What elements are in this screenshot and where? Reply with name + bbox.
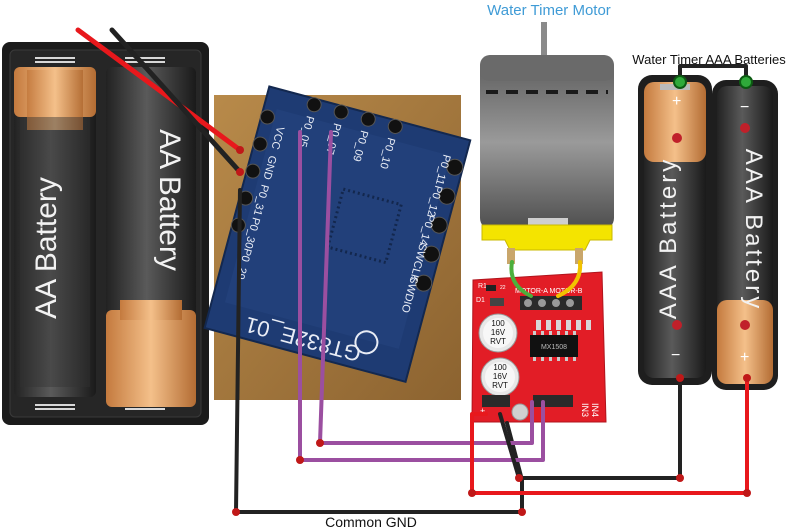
motor-endcap (481, 224, 613, 251)
driver-r2-label: 22 (500, 285, 506, 291)
aaa-cell-1-label: AAA Battery (655, 157, 682, 319)
driver-r1-label: R1 (478, 283, 487, 290)
mcu-board: VCC GND P0_31 P0_30 P0_29 P0_05 P0_07 P0… (203, 85, 472, 400)
driver-cap-2: 100 16V RVT (480, 357, 520, 397)
motor-driver-board: MOTOR-A MOTOR-B D1 R1 22 100 16V RVT 100… (471, 271, 607, 423)
motor-body (480, 55, 614, 230)
water-timer-motor (480, 22, 614, 264)
aa-cell-2-label: AA Battery (153, 129, 186, 271)
aaa-cell-2-label: AAA Battery (740, 149, 767, 311)
driver-d1-label: D1 (476, 297, 485, 304)
driver-ic-label: MX1508 (541, 344, 567, 351)
aaa-2-bottom-polarity: + (740, 349, 749, 366)
circuit-diagram: AA Battery AA Battery VCC GND P0_31 P0_3… (2, 2, 786, 530)
cap1-value: 100 (491, 319, 505, 328)
cap2-brand: RVT (492, 381, 508, 390)
driver-d1 (490, 298, 504, 306)
cap1-brand: RVT (490, 337, 506, 346)
aa-cell-1-label: AA Battery (30, 177, 63, 319)
driver-ic: MX1508 (530, 331, 578, 361)
cap2-value: 100 (493, 363, 507, 372)
aaa-2-top-polarity: − (740, 99, 749, 116)
driver-in4-label: IN4 (590, 403, 600, 417)
common-gnd-label: Common GND (325, 514, 417, 530)
motor-shaft (541, 22, 547, 58)
aaa-title: Water Timer AAA Batteries (632, 52, 786, 67)
aaa-1-top-polarity: + (672, 93, 681, 110)
motor-title: Water Timer Motor (487, 2, 611, 19)
aaa-1-bottom-polarity: − (671, 347, 680, 364)
driver-cap-1: 100 16V RVT (478, 313, 518, 353)
driver-top-terminals (520, 296, 582, 310)
cap2-voltage: 16V (493, 372, 508, 381)
driver-in3-label: IN3 (580, 403, 590, 417)
cap1-voltage: 16V (491, 328, 506, 337)
